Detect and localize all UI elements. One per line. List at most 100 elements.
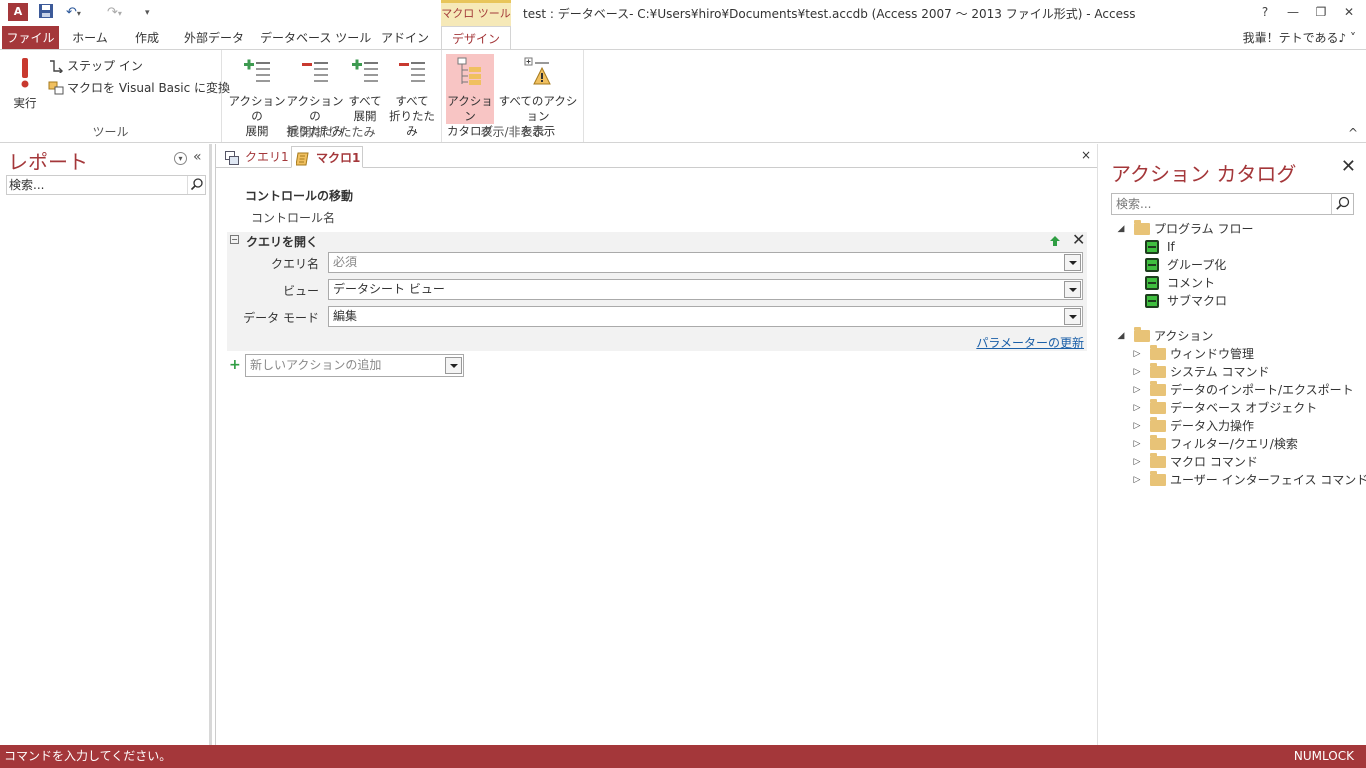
step-in-icon [48,59,64,74]
expand-all-button[interactable]: すべて 展開 [344,54,386,124]
arg-data-mode-value: 編集 [333,309,358,323]
group-tools-label: ツール [92,125,129,139]
catalog-search-input[interactable]: 検索... [1111,193,1354,215]
action-name: クエリを開く [246,235,319,249]
numlock-indicator: NUMLOCK [1293,749,1354,763]
convert-vba-label: マクロを Visual Basic に変換 [67,81,231,95]
move-up-arrow-icon[interactable] [1049,235,1061,247]
tab-database-tools[interactable]: データベース ツール [260,26,371,50]
search-icon[interactable] [187,176,205,194]
tree-folder-label: データベース オブジェクト [1170,401,1318,415]
run-button[interactable]: 実行 [8,54,42,111]
collapsed-triangle-icon[interactable]: ▷ [1132,399,1142,417]
close-window-button[interactable]: ✕ [1338,3,1360,21]
window-title: test : データベース- C:¥Users¥hiro¥Documents¥t… [523,7,1136,21]
group-show-hide-label: 表示/非表示 [480,125,545,139]
tab-home[interactable]: ホーム [66,26,114,50]
collapsed-triangle-icon[interactable]: ▷ [1132,435,1142,453]
collapse-ribbon-button[interactable]: ^ [1348,126,1358,140]
move-control-argument: コントロール名 [251,211,336,225]
tab-file[interactable]: ファイル [2,26,59,50]
collapsed-triangle-icon[interactable]: ▷ [1132,345,1142,363]
tab-query1-label: クエリ1 [245,150,289,164]
restore-button[interactable]: ❐ [1310,3,1332,21]
show-all-actions-icon [522,56,554,88]
tree-folder-label: フィルター/クエリ/検索 [1170,437,1298,451]
collapse-action-toggle[interactable]: − [230,235,239,244]
expanded-triangle-icon[interactable]: ◢ [1116,220,1126,238]
folder-icon [1150,345,1166,360]
save-icon[interactable] [38,3,54,23]
tree-folder-label: ウィンドウ管理 [1170,347,1255,361]
access-app-icon[interactable]: A [8,3,28,21]
step-in-label: ステップ イン [67,59,143,73]
arg-view-value: データシート ビュー [333,282,445,296]
collapse-all-label-1: すべて [395,94,429,108]
help-button[interactable]: ? [1254,3,1276,21]
add-new-action-combo[interactable]: 新しいアクションの追加 [245,354,464,377]
flow-block-icon [1145,276,1159,290]
expanded-triangle-icon[interactable]: ◢ [1116,327,1126,345]
document-tabs: クエリ1 マクロ1 × [216,144,1098,168]
tab-external-data[interactable]: 外部データ [180,26,248,50]
arg-view-field[interactable]: データシート ビュー [328,279,1083,300]
close-catalog-icon[interactable]: ✕ [1341,156,1356,177]
arg-query-name-label: クエリ名 [270,257,319,271]
update-parameters-link[interactable]: パラメーターの更新 [976,334,1084,351]
customize-qat-icon[interactable]: ▾ [145,3,150,23]
tab-macro1[interactable]: マクロ1 [291,146,363,168]
move-control-action[interactable]: コントロールの移動 [245,187,353,204]
arg-query-name-value: 必須 [333,255,358,269]
run-label: 実行 [13,96,37,110]
tab-design[interactable]: デザイン [441,26,511,50]
tab-addin[interactable]: アドイン [378,26,432,50]
undo-icon[interactable]: ↶▾ [66,3,81,23]
minimize-button[interactable]: — [1282,3,1304,21]
chevron-down-icon[interactable] [1064,308,1081,325]
catalog-search-placeholder: 検索... [1116,197,1152,211]
tab-create[interactable]: 作成 [126,26,168,50]
tree-item-label: If [1167,240,1175,254]
expand-action-label-1: アクションの [228,94,286,123]
arg-view-label: ビュー [282,284,319,298]
expand-all-label-2: 展開 [353,109,377,123]
macro-designer: クエリ1 マクロ1 × コントロールの移動 コントロール名 − クエリを開く ✕… [215,144,1098,745]
nav-dropdown-icon[interactable]: ▾ [174,152,187,165]
nav-search-input[interactable]: 検索... [6,175,206,195]
tree-actions-label: アクション [1154,329,1214,343]
tree-folder-label: ユーザー インターフェイス コマンド [1170,473,1366,487]
nav-pane-title[interactable]: レポート [8,146,88,175]
nav-collapse-button[interactable]: « [193,149,202,165]
search-icon[interactable] [1331,194,1353,214]
collapsed-triangle-icon[interactable]: ▷ [1132,453,1142,471]
collapsed-triangle-icon[interactable]: ▷ [1132,363,1142,381]
delete-action-icon[interactable]: ✕ [1072,230,1085,249]
arg-data-mode-field[interactable]: 編集 [328,306,1083,327]
group-expand-collapse: アクションの 展開 アクションの 折りたたみ すべて 展開 すべて 折りたたみ … [222,50,442,142]
chevron-down-icon[interactable] [1064,281,1081,298]
add-new-action-placeholder: 新しいアクションの追加 [250,358,382,372]
folder-icon [1134,327,1150,342]
convert-to-vba-button[interactable]: マクロを Visual Basic に変換 [48,78,230,98]
close-document-button[interactable]: × [1081,148,1091,162]
show-all-actions-label-1: すべてのアクション [498,94,578,123]
chevron-down-icon[interactable] [445,357,462,374]
step-in-button[interactable]: ステップ イン [48,56,143,76]
navigation-pane: レポート ▾ « 検索... [0,144,212,745]
user-account[interactable]: 我輩！テトである♪ ˅ [1243,26,1356,50]
action-catalog-button[interactable]: アクション カタログ [446,54,494,138]
open-query-action-block[interactable]: − クエリを開く ✕ クエリ名 必須 ビュー データシート ビュー データ モー… [227,230,1087,351]
ribbon: 実行 ステップ イン マクロを Visual Basic に変換 ツール アクシ… [0,49,1366,143]
action-catalog-icon [454,56,486,88]
collapsed-triangle-icon[interactable]: ▷ [1132,417,1142,435]
chevron-down-icon[interactable] [1064,254,1081,271]
group-tools: 実行 ステップ イン マクロを Visual Basic に変換 ツール [0,50,230,142]
arg-query-name-field[interactable]: 必須 [328,252,1083,273]
tab-macro1-label: マクロ1 [316,151,361,165]
tree-folder-label: データ入力操作 [1170,419,1255,433]
collapsed-triangle-icon[interactable]: ▷ [1132,471,1142,489]
collapsed-triangle-icon[interactable]: ▷ [1132,381,1142,399]
tab-query1[interactable]: クエリ1 [221,146,289,168]
folder-icon [1150,453,1166,468]
folder-icon [1150,471,1166,486]
